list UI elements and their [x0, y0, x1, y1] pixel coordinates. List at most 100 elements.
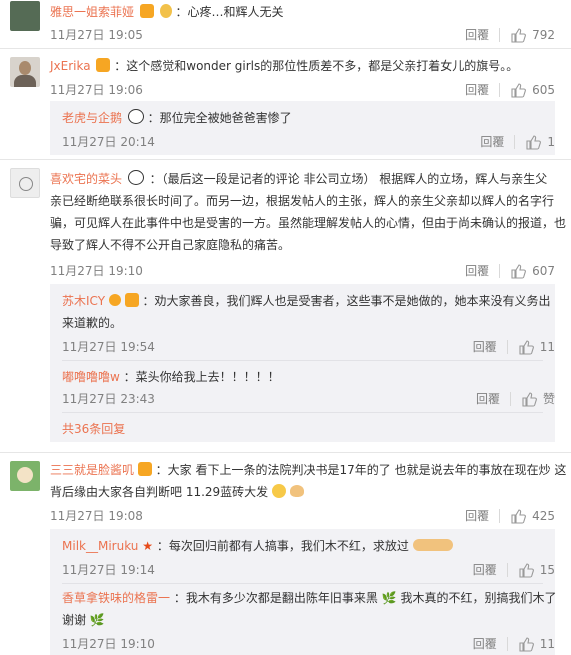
vip-badge-icon — [96, 58, 111, 72]
reply-text: ：每次回归前都有人搞事，我们木不红，求放过 — [156, 539, 409, 553]
clap-emoji-icon — [412, 539, 453, 551]
like-count: 792 — [532, 27, 555, 42]
reply-time: 11月27日 19:54 — [62, 340, 155, 354]
reply-time: 11月27日 19:14 — [62, 563, 155, 577]
thumb-up-icon — [511, 82, 527, 98]
comment-actions: 回覆 605 — [465, 81, 555, 98]
reply-button[interactable]: 回覆 — [473, 561, 497, 578]
verified-badge-icon — [108, 294, 121, 306]
avatar[interactable] — [10, 168, 40, 198]
like-count: 11 — [539, 339, 555, 354]
vip-badge-icon — [139, 4, 154, 18]
reply-box: 老虎与企鹅 ：那位完全被她爸爸害惨了 11月27日 20:14 回覆 1 — [50, 101, 555, 155]
thumb-up-icon — [519, 339, 534, 355]
comment-item: 三三就是脸酱叽 ：大家 看下上一条的法院判决书是17年的了 也就是说去年的事放在… — [0, 453, 571, 655]
reply-username[interactable]: Milk__Miruku — [62, 539, 138, 553]
like-count: 11 — [539, 636, 555, 651]
thumb-up-icon — [519, 636, 534, 652]
divider — [62, 360, 543, 361]
reply-button[interactable]: 回覆 — [473, 338, 497, 355]
comment-actions: 回覆 792 — [465, 26, 555, 43]
reply-actions: 回覆 1 — [480, 133, 555, 150]
comment-item: JxErika ：这个感觉和wonder girls的那位性质差不多，都是父亲打… — [0, 49, 571, 159]
reply-text: ：菜头你给我上去！！！！！ — [123, 370, 280, 384]
reply-username[interactable]: 嘟噜噜噜w — [62, 370, 120, 384]
divider — [506, 562, 508, 577]
reply-button[interactable]: 回覆 — [465, 81, 489, 98]
divider — [62, 412, 543, 413]
like-button[interactable]: 15 — [518, 562, 555, 578]
comment-text-line: 骗，可见辉人在此事件中也是受害的一方。虽然能理解发帖人的心情，但由于尚未确认的报… — [50, 216, 567, 230]
comment-text-line: 背后缘由大家各自判断吧 11.29蓝砖大发 — [50, 485, 269, 499]
reply-text-line: ：劝大家善良，我们辉人也是受害者，这些事不是她做的，她本来没有义务出 — [142, 294, 551, 308]
grin-emoji-icon — [272, 484, 286, 498]
like-button[interactable]: 1 — [525, 134, 555, 150]
reply-button[interactable]: 回覆 — [465, 507, 489, 524]
like-button[interactable]: 11 — [518, 339, 555, 355]
like-count: 15 — [539, 562, 555, 577]
panda-emoji-icon — [127, 109, 144, 124]
thumb-up-icon — [511, 508, 527, 524]
comment-item: 喜欢宅的菜头 ：（最后这一段是记者的评论 非公司立场） 根据辉人的立场，辉人与亲… — [0, 160, 571, 450]
reply-username[interactable]: 香草拿铁味的格雷一 — [62, 591, 170, 605]
comment-username[interactable]: 喜欢宅的菜头 — [50, 172, 122, 186]
reply-text-line: 我木真的不红，别搞我们木了 — [400, 591, 557, 605]
comment-username[interactable]: JxErika — [50, 59, 91, 73]
divider — [62, 583, 543, 584]
divider — [499, 27, 501, 42]
comment-time: 11月27日 19:05 — [50, 28, 143, 42]
reply-time: 11月27日 23:43 — [62, 392, 155, 406]
divider — [509, 391, 511, 406]
comment-time: 11月27日 19:10 — [50, 264, 143, 278]
avatar[interactable] — [10, 1, 40, 31]
reply-actions: 回覆 11 — [473, 635, 555, 652]
reply-button[interactable]: 回覆 — [473, 635, 497, 652]
reply-text: ：那位完全被她爸爸害惨了 — [147, 111, 292, 125]
reply-time: 11月27日 20:14 — [62, 135, 155, 149]
comment-item: 雅思一姐索菲娅 ：心疼…和辉人无关 11月27日 19:05 回覆 792 — [0, 0, 571, 48]
like-count: 425 — [532, 508, 555, 523]
comment-username[interactable]: 三三就是脸酱叽 — [50, 463, 134, 477]
medal-icon — [159, 4, 172, 18]
reply-time: 11月27日 19:10 — [62, 637, 155, 651]
reply-button[interactable]: 回覆 — [476, 390, 500, 407]
reply-text-line: ：我木有多少次都是翻出陈年旧事来黑 — [173, 591, 378, 605]
thumb-up-icon — [511, 27, 527, 43]
reply-username[interactable]: 老虎与企鹅 — [62, 111, 122, 125]
like-count: 赞 — [542, 392, 555, 406]
like-button[interactable]: 赞 — [521, 390, 555, 407]
comment-text-line: ：大家 看下上一条的法院判决书是17年的了 也就是说去年的事放在现在炒 这 — [155, 463, 567, 477]
more-replies-link[interactable]: 共36条回复 — [62, 420, 125, 437]
comment-actions: 回覆 607 — [465, 262, 555, 279]
avatar[interactable] — [10, 461, 40, 491]
like-button[interactable]: 607 — [510, 263, 555, 279]
like-button[interactable]: 605 — [510, 82, 555, 98]
comment-text: ：这个感觉和wonder girls的那位性质差不多，都是父亲打着女儿的旗号。。 — [114, 59, 519, 73]
reply-button[interactable]: 回覆 — [480, 133, 504, 150]
reply-box: Milk__Miruku ★ ：每次回归前都有人搞事，我们木不红，求放过 11月… — [50, 529, 557, 655]
like-button[interactable]: 425 — [510, 508, 555, 524]
reply-button[interactable]: 回覆 — [465, 26, 489, 43]
like-button[interactable]: 11 — [518, 636, 555, 652]
like-count: 1 — [547, 134, 555, 149]
leaf-emoji-icon: 🌿 — [89, 613, 105, 627]
like-count: 607 — [532, 263, 555, 278]
like-count: 605 — [532, 82, 555, 97]
reply-box: 苏木ICY ：劝大家善良，我们辉人也是受害者，这些事不是她做的，她本来没有义务出… — [50, 284, 555, 442]
panda-emoji-icon — [127, 170, 144, 185]
thumb-up-icon — [519, 562, 534, 578]
reply-button[interactable]: 回覆 — [465, 262, 489, 279]
comment-time: 11月27日 19:06 — [50, 83, 143, 97]
comment-username[interactable]: 雅思一姐索菲娅 — [50, 5, 134, 19]
divider — [499, 508, 501, 523]
comment-text-line: 导致了辉人不得不公开自己家庭隐私的痛苦。 — [50, 238, 291, 252]
divider — [506, 339, 508, 354]
avatar[interactable] — [10, 57, 40, 87]
reply-text-line: 来道歉的。 — [62, 316, 123, 330]
reply-username[interactable]: 苏木ICY — [62, 294, 105, 308]
like-button[interactable]: 792 — [510, 27, 555, 43]
divider — [506, 636, 508, 651]
reply-actions: 回覆 赞 — [476, 390, 555, 407]
thumb-up-icon — [511, 263, 527, 279]
thumb-up-icon — [522, 391, 537, 407]
